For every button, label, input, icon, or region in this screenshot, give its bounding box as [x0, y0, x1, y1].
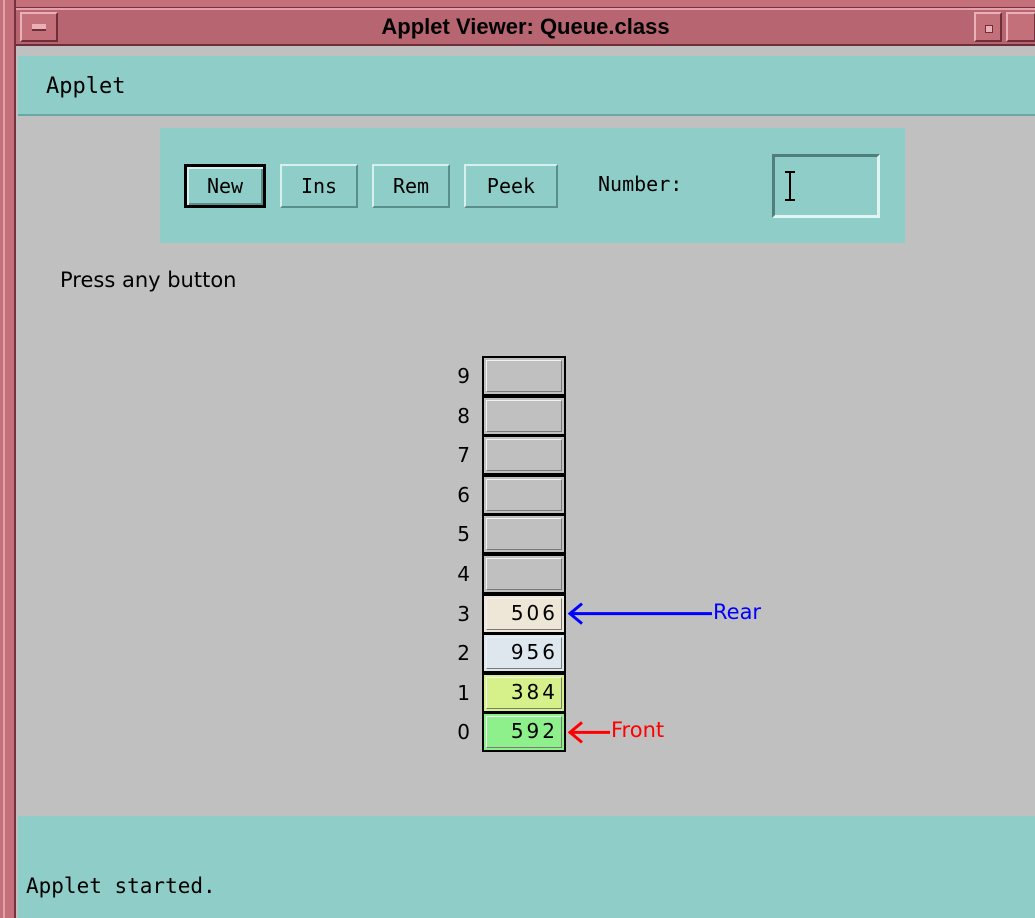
queue-index-7: 7: [457, 443, 470, 468]
queue-index-9: 9: [457, 364, 470, 388]
title-bar[interactable]: Applet Viewer: Queue.class: [16, 8, 1035, 46]
message-text: Press any button: [60, 268, 237, 292]
queue-index-1: 1: [457, 680, 470, 705]
queue-cell-8: [482, 395, 566, 436]
number-input[interactable]: [772, 154, 880, 218]
maximize-icon[interactable]: [1006, 12, 1035, 42]
rear-label: Rear: [713, 599, 762, 624]
queue-index-6: 6: [457, 482, 470, 507]
queue-cell-value: 592: [510, 719, 558, 744]
queue-cell-3: 506: [482, 593, 566, 634]
window-left-border: [0, 0, 16, 918]
controls-panel: New Ins Rem Peek Number:: [160, 128, 905, 243]
queue-cell-7: [482, 435, 566, 476]
window-title: Applet Viewer: Queue.class: [381, 14, 670, 39]
text-cursor-icon: [785, 171, 795, 201]
front-arrow-icon: [567, 721, 583, 744]
front-label: Front: [611, 718, 665, 743]
queue-index-8: 8: [457, 403, 470, 428]
minimize-icon[interactable]: [974, 12, 1002, 42]
new-button[interactable]: New: [184, 164, 266, 208]
queue-cell-value: 506: [510, 600, 558, 625]
queue-cell-4: [482, 554, 566, 594]
queue-index-2: 2: [457, 641, 470, 666]
queue-cell-6: [482, 474, 566, 515]
queue-cell-value: 384: [510, 679, 558, 704]
queue-cell-0: 592: [482, 712, 566, 753]
status-text: Applet started.: [26, 874, 216, 898]
queue-index-4: 4: [457, 562, 470, 586]
queue-index-0: 0: [457, 720, 470, 745]
rear-arrow-icon: [567, 602, 583, 625]
queue-cell-5: [482, 514, 566, 555]
queue-cell-1: 384: [482, 672, 566, 713]
queue-cell-2: 956: [482, 633, 566, 674]
status-bar: Applet started.: [18, 816, 1035, 918]
menu-applet[interactable]: Applet: [46, 74, 125, 99]
queue-index-5: 5: [457, 522, 470, 547]
queue-cell-value: 956: [510, 640, 558, 665]
rem-button[interactable]: Rem: [372, 164, 450, 208]
menu-bar: Applet: [18, 56, 1035, 116]
queue-index-3: 3: [457, 601, 470, 626]
applet-window: Applet Viewer: Queue.class Applet New In…: [0, 0, 1035, 918]
peek-button[interactable]: Peek: [464, 164, 558, 208]
window-top-border: [16, 0, 1035, 8]
ins-button[interactable]: Ins: [280, 164, 358, 208]
queue-cell-9: [482, 356, 566, 396]
number-label: Number:: [598, 172, 683, 196]
